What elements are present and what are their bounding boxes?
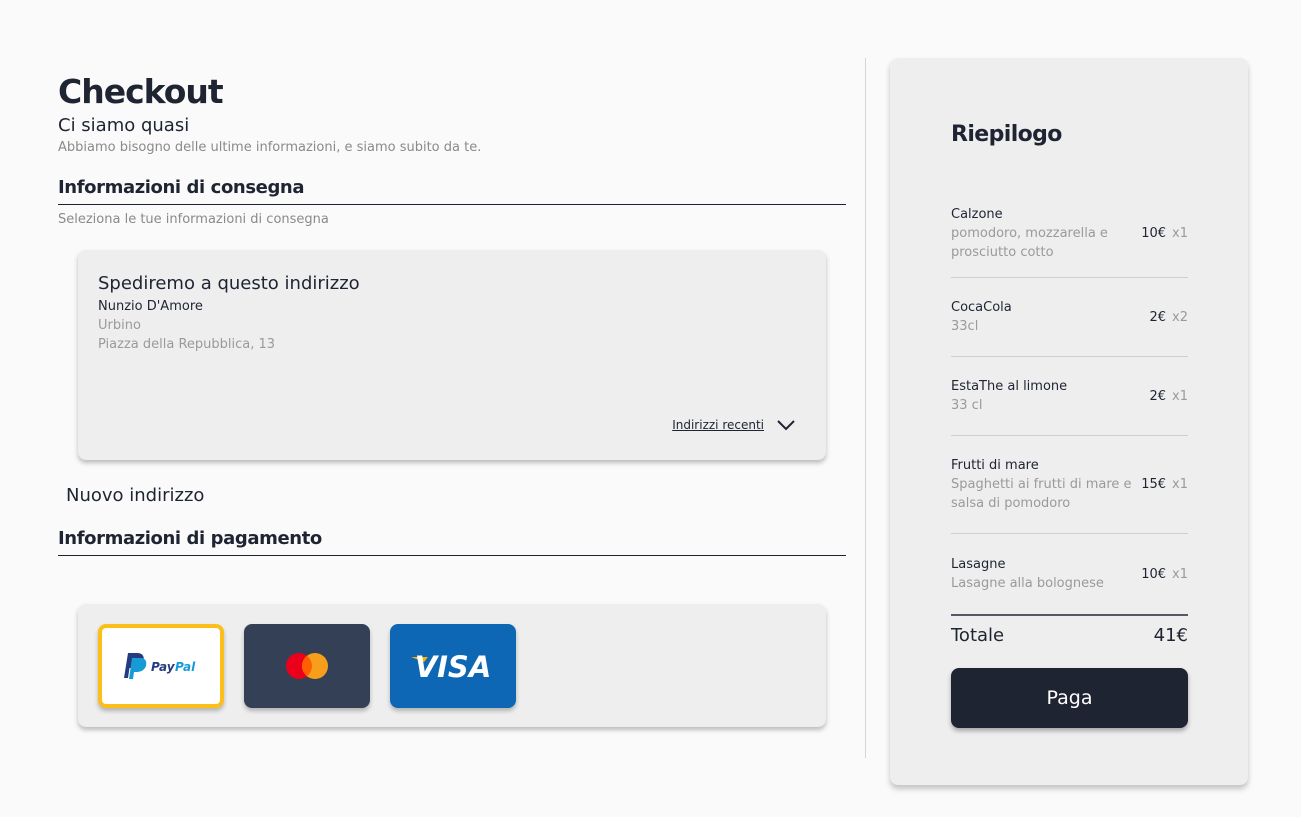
total-value: 41€: [1153, 624, 1188, 646]
item-quantity: x1: [1172, 566, 1188, 582]
payment-section-title: Informazioni di pagamento: [58, 528, 846, 556]
item-description: pomodoro, mozzarella e prosciutto cotto: [951, 226, 1108, 260]
new-address-button[interactable]: Nuovo indirizzo: [66, 485, 204, 506]
svg-text:VISA: VISA: [415, 650, 492, 683]
checkout-panel: Checkout Ci siamo quasi Abbiamo bisogno …: [58, 72, 846, 727]
chevron-down-icon[interactable]: [776, 418, 796, 432]
item-price: 2€: [1149, 388, 1167, 404]
address-card-heading: Spediremo a questo indirizzo: [98, 273, 360, 294]
item-price: 2€: [1149, 309, 1167, 325]
item-name: Lasagne: [951, 557, 1006, 572]
summary-item: Frutti di mare Spaghetti ai frutti di ma…: [951, 436, 1188, 534]
recent-addresses-toggle[interactable]: Indirizzi recenti: [672, 418, 796, 432]
item-name: CocaCola: [951, 300, 1012, 315]
svg-text:Pay: Pay: [151, 660, 176, 674]
item-price: 15€: [1141, 477, 1167, 492]
order-summary-panel: Riepilogo Calzone pomodoro, mozzarella e…: [890, 58, 1248, 785]
mastercard-logo: [286, 653, 328, 679]
address-street: Piazza della Repubblica, 13: [98, 337, 276, 352]
total-row: Totale 41€: [951, 614, 1188, 654]
item-description: 33 cl: [951, 398, 983, 413]
visa-option[interactable]: VISA: [390, 624, 516, 708]
svg-text:Pal: Pal: [175, 660, 196, 674]
address-card[interactable]: Spediremo a questo indirizzo Nunzio D'Am…: [78, 250, 826, 460]
summary-title: Riepilogo: [951, 122, 1062, 147]
page-description: Abbiamo bisogno delle ultime informazion…: [58, 140, 482, 155]
page-title: Checkout: [58, 72, 224, 111]
summary-item: Lasagne Lasagne alla bolognese 10€ x1: [951, 534, 1188, 614]
summary-item: EstaThe al limone 33 cl 2€ x1: [951, 357, 1188, 436]
item-quantity: x1: [1172, 388, 1188, 404]
visa-logo: VISA: [411, 650, 492, 683]
paypal-option[interactable]: Pay Pal: [98, 624, 224, 708]
address-city: Urbino: [98, 318, 141, 333]
item-description: 33cl: [951, 319, 979, 334]
payment-methods-card: Pay Pal VISA: [78, 604, 826, 727]
recent-addresses-link[interactable]: Indirizzi recenti: [672, 418, 764, 432]
vertical-divider: [865, 58, 866, 758]
payment-section: Informazioni di pagamento: [58, 528, 846, 556]
item-description: Spaghetti ai frutti di mare e salsa di p…: [951, 477, 1132, 511]
item-quantity: x1: [1172, 226, 1188, 241]
item-name: EstaThe al limone: [951, 379, 1068, 394]
item-price: 10€: [1141, 226, 1167, 241]
address-name: Nunzio D'Amore: [98, 299, 203, 314]
summary-item: CocaCola 33cl 2€ x2: [951, 278, 1188, 357]
summary-items: Calzone pomodoro, mozzarella e prosciutt…: [951, 190, 1188, 614]
delivery-section-title: Informazioni di consegna: [58, 177, 846, 205]
summary-item: Calzone pomodoro, mozzarella e prosciutt…: [951, 190, 1188, 278]
item-quantity: x1: [1172, 477, 1188, 492]
item-quantity: x2: [1172, 309, 1188, 325]
pay-button[interactable]: Paga: [951, 668, 1188, 728]
item-price: 10€: [1141, 566, 1167, 582]
delivery-hint: Seleziona le tue informazioni di consegn…: [58, 212, 329, 227]
item-name: Frutti di mare: [951, 458, 1039, 473]
item-description: Lasagne alla bolognese: [951, 576, 1104, 591]
page-subtitle: Ci siamo quasi: [58, 115, 190, 136]
item-name: Calzone: [951, 207, 1003, 222]
total-label: Totale: [951, 624, 1005, 646]
mastercard-option[interactable]: [244, 624, 370, 708]
paypal-logo: Pay Pal: [124, 653, 196, 679]
